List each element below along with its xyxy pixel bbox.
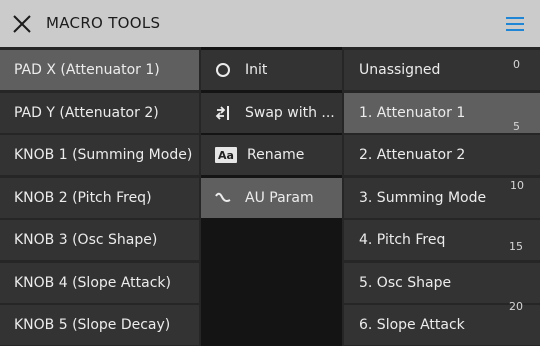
- action-label: Swap with ...: [245, 105, 335, 121]
- target-item-label: KNOB 4 (Slope Attack): [14, 275, 171, 291]
- target-item-pad-x[interactable]: PAD X (Attenuator 1): [0, 50, 199, 90]
- circle-icon: [215, 62, 231, 78]
- title-bar: MACRO TOOLS: [0, 0, 540, 47]
- target-item-label: KNOB 3 (Osc Shape): [14, 232, 158, 248]
- hamburger-menu-icon: [506, 17, 524, 31]
- target-item-knob-3[interactable]: KNOB 3 (Osc Shape): [0, 220, 199, 260]
- target-item-label: PAD X (Attenuator 1): [14, 62, 160, 78]
- action-label: AU Param: [245, 190, 314, 206]
- parameter-label: Unassigned: [359, 62, 441, 78]
- parameter-label: 3. Summing Mode: [359, 190, 487, 206]
- action-rename[interactable]: Aa Rename: [201, 135, 342, 175]
- parameter-label: 5. Osc Shape: [359, 275, 452, 291]
- target-item-label: PAD Y (Attenuator 2): [14, 105, 159, 121]
- parameter-item-2[interactable]: 2. Attenuator 2: [344, 135, 540, 175]
- target-item-knob-5[interactable]: KNOB 5 (Slope Decay): [0, 305, 199, 345]
- target-item-label: KNOB 1 (Summing Mode): [14, 147, 193, 163]
- action-init[interactable]: Init: [201, 50, 342, 90]
- target-item-label: KNOB 2 (Pitch Freq): [14, 190, 152, 206]
- au-parameter-list: Unassigned 1. Attenuator 1 2. Attenuator…: [344, 47, 540, 346]
- scroll-scale-tick: 5: [513, 120, 520, 133]
- action-label: Init: [245, 62, 268, 78]
- action-swap[interactable]: Swap with ...: [201, 93, 342, 133]
- target-item-pad-y[interactable]: PAD Y (Attenuator 2): [0, 93, 199, 133]
- parameter-label: 1. Attenuator 1: [359, 105, 466, 121]
- parameter-item-5[interactable]: 5. Osc Shape: [344, 263, 540, 303]
- close-icon: [13, 15, 31, 33]
- wave-icon: [215, 190, 231, 206]
- parameter-label: 4. Pitch Freq: [359, 232, 446, 248]
- action-label: Rename: [247, 147, 305, 163]
- scroll-scale-tick: 15: [509, 240, 523, 253]
- action-list: Init Swap with ... Aa Rename AU Param: [201, 47, 342, 346]
- parameter-label: 2. Attenuator 2: [359, 147, 466, 163]
- scroll-scale-tick: 10: [510, 179, 524, 192]
- action-au-param[interactable]: AU Param: [201, 178, 342, 218]
- scroll-scale-tick: 0: [513, 58, 520, 71]
- parameter-label: 6. Slope Attack: [359, 317, 465, 333]
- swap-arrows-icon: [215, 105, 231, 121]
- target-item-knob-4[interactable]: KNOB 4 (Slope Attack): [0, 263, 199, 303]
- target-item-knob-1[interactable]: KNOB 1 (Summing Mode): [0, 135, 199, 175]
- target-item-label: KNOB 5 (Slope Decay): [14, 317, 171, 333]
- close-button[interactable]: [10, 12, 34, 36]
- page-title: MACRO TOOLS: [46, 14, 161, 32]
- menu-button[interactable]: [505, 15, 525, 33]
- scroll-scale-tick: 20: [509, 300, 523, 313]
- rename-aa-icon: Aa: [215, 147, 237, 163]
- target-item-knob-2[interactable]: KNOB 2 (Pitch Freq): [0, 178, 199, 218]
